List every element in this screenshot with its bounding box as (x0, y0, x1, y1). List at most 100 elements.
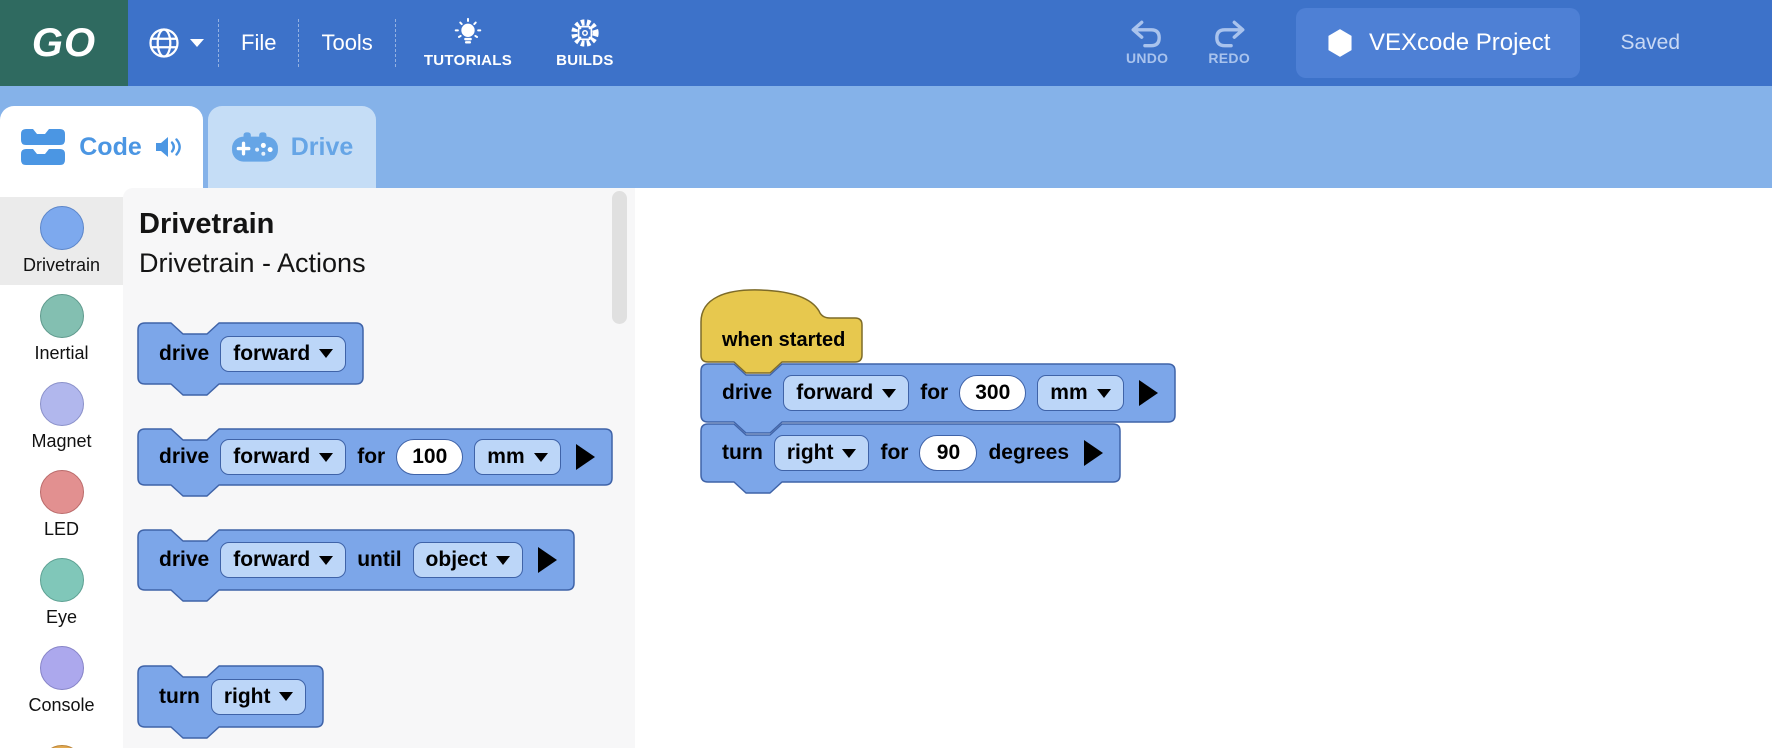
menu-divider (218, 19, 219, 67)
block-drive-until[interactable]: drive forward until object (137, 529, 575, 591)
sidebar-item-drivetrain[interactable]: Drivetrain (0, 197, 123, 285)
direction-dropdown[interactable]: right (774, 435, 870, 471)
sidebar-item-partial[interactable] (0, 725, 123, 748)
gamepad-icon (231, 131, 279, 163)
expand-arrow-icon[interactable] (1139, 380, 1158, 406)
distance-input[interactable]: 300 (959, 375, 1026, 411)
redo-label: REDO (1208, 50, 1250, 66)
undo-button[interactable]: UNDO (1126, 20, 1168, 66)
block-keyword: degrees (988, 441, 1069, 465)
category-dot (40, 206, 84, 250)
category-label: Inertial (34, 343, 88, 364)
block-drive-for[interactable]: drive forward for 300 mm (700, 363, 1176, 423)
category-dot (40, 294, 84, 338)
object-dropdown[interactable]: object (413, 542, 524, 578)
menu-divider (298, 19, 299, 67)
go-logo-text: GO (32, 21, 96, 66)
builds-button[interactable]: BUILDS (556, 17, 614, 69)
palette-title: Drivetrain (139, 208, 274, 241)
gear-icon (569, 17, 601, 49)
tab-code-label: Code (79, 133, 142, 162)
block-keyword: drive (159, 445, 209, 469)
dropdown-value: forward (233, 342, 310, 366)
chevron-down-icon (319, 556, 333, 565)
category-dot (40, 470, 84, 514)
chevron-down-icon (882, 389, 896, 398)
tutorials-button[interactable]: TUTORIALS (424, 17, 512, 69)
category-label: LED (44, 519, 79, 540)
dropdown-value: object (426, 548, 488, 572)
block-keyword: for (920, 381, 948, 405)
tab-drive[interactable]: Drive (208, 106, 376, 188)
tools-menu[interactable]: Tools (321, 30, 372, 56)
chevron-down-icon (190, 39, 204, 47)
file-menu[interactable]: File (241, 30, 276, 56)
top-bar: GO File Tools TUTORIALS (0, 0, 1772, 86)
block-drive[interactable]: drive forward (137, 322, 364, 385)
dropdown-value: mm (487, 445, 524, 469)
code-blocks-icon (19, 126, 67, 168)
palette-subtitle: Drivetrain - Actions (139, 248, 366, 279)
sidebar-item-eye[interactable]: Eye (0, 549, 123, 637)
expand-arrow-icon[interactable] (576, 444, 595, 470)
direction-dropdown[interactable]: forward (220, 336, 346, 372)
category-dot (40, 646, 84, 690)
direction-dropdown[interactable]: right (211, 679, 307, 715)
direction-dropdown[interactable]: forward (783, 375, 909, 411)
unit-dropdown[interactable]: mm (1037, 375, 1123, 411)
chevron-down-icon (319, 453, 333, 462)
distance-input[interactable]: 100 (396, 439, 463, 475)
block-keyword: until (357, 548, 401, 572)
dropdown-value: forward (233, 445, 310, 469)
dropdown-value: forward (233, 548, 310, 572)
expand-arrow-icon[interactable] (538, 547, 557, 573)
speaker-icon[interactable] (154, 134, 184, 160)
sidebar-item-console[interactable]: Console (0, 637, 123, 725)
workspace-canvas: when started drive forward for 300 mm tu… (635, 188, 1772, 748)
chevron-down-icon (1097, 389, 1111, 398)
category-label: Console (28, 695, 94, 716)
chevron-down-icon (319, 349, 333, 358)
chevron-down-icon (496, 556, 510, 565)
main-area: Drivetrain Inertial Magnet LED Eye Conso… (0, 188, 1772, 748)
redo-icon (1211, 20, 1247, 48)
undo-label: UNDO (1126, 50, 1168, 66)
unit-dropdown[interactable]: mm (474, 439, 560, 475)
block-keyword: turn (722, 441, 763, 465)
category-label: Drivetrain (23, 255, 100, 276)
sidebar-item-inertial[interactable]: Inertial (0, 285, 123, 373)
category-sidebar: Drivetrain Inertial Magnet LED Eye Conso… (0, 188, 123, 748)
category-dot (40, 745, 84, 748)
dropdown-value: right (787, 441, 834, 465)
save-status: Saved (1620, 31, 1680, 55)
block-turn[interactable]: turn right (137, 665, 324, 728)
redo-button[interactable]: REDO (1208, 20, 1250, 66)
block-when-started[interactable]: when started (700, 288, 863, 363)
block-turn-for[interactable]: turn right for 90 degrees (700, 423, 1121, 483)
go-logo[interactable]: GO (0, 0, 128, 86)
hexagon-icon (1326, 28, 1354, 58)
palette-block-list: drive forward drive forward for 100 mm (137, 322, 613, 728)
direction-dropdown[interactable]: forward (220, 439, 346, 475)
dropdown-value: mm (1050, 381, 1087, 405)
project-name-button[interactable]: VEXcode Project (1296, 8, 1580, 78)
angle-input[interactable]: 90 (919, 435, 977, 471)
block-keyword: for (880, 441, 908, 465)
dropdown-value: right (224, 685, 271, 709)
sidebar-item-magnet[interactable]: Magnet (0, 373, 123, 461)
language-menu[interactable] (146, 25, 204, 61)
direction-dropdown[interactable]: forward (220, 542, 346, 578)
tab-drive-label: Drive (291, 133, 354, 162)
category-dot (40, 558, 84, 602)
sidebar-item-led[interactable]: LED (0, 461, 123, 549)
tab-code[interactable]: Code (0, 106, 203, 188)
tab-bar: Code Drive (0, 86, 1772, 188)
palette-scrollbar[interactable] (612, 191, 627, 324)
category-label: Eye (46, 607, 77, 628)
expand-arrow-icon[interactable] (1084, 440, 1103, 466)
block-drive-for[interactable]: drive forward for 100 mm (137, 428, 613, 486)
menu-divider (395, 19, 396, 67)
block-keyword: drive (159, 548, 209, 572)
hat-label: when started (722, 329, 845, 352)
builds-label: BUILDS (556, 52, 614, 69)
